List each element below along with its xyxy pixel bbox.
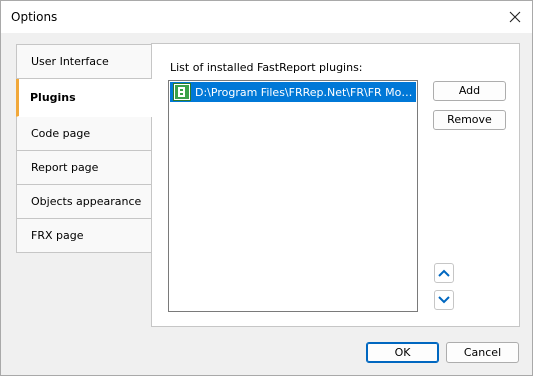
- list-item[interactable]: D:\Program Files\FRRep.Net\FR\FR Mono...: [170, 82, 416, 102]
- tab-label: Code page: [31, 127, 91, 140]
- tab-objects-appearance[interactable]: Objects appearance: [16, 185, 152, 219]
- plugin-icon: [173, 83, 191, 101]
- close-icon: [509, 11, 521, 23]
- cancel-button[interactable]: Cancel: [446, 342, 519, 363]
- window-title: Options: [11, 10, 58, 24]
- tab-user-interface[interactable]: User Interface: [16, 44, 152, 79]
- tab-report-page[interactable]: Report page: [16, 151, 152, 185]
- move-down-button[interactable]: [434, 290, 454, 310]
- tab-label: FRX page: [31, 229, 84, 242]
- tab-label: Report page: [31, 161, 99, 174]
- title-bar: Options: [1, 1, 532, 33]
- ok-button[interactable]: OK: [366, 342, 439, 363]
- plugins-list-label: List of installed FastReport plugins:: [170, 61, 363, 74]
- remove-button[interactable]: Remove: [433, 110, 506, 130]
- tab-label: User Interface: [31, 55, 109, 68]
- plugins-listbox[interactable]: D:\Program Files\FRRep.Net\FR\FR Mono...: [168, 80, 418, 312]
- tab-frx-page[interactable]: FRX page: [16, 219, 152, 253]
- tab-label: Plugins: [30, 91, 76, 104]
- plugin-path: D:\Program Files\FRRep.Net\FR\FR Mono...: [195, 85, 416, 99]
- tab-code-page[interactable]: Code page: [16, 117, 152, 151]
- plugins-panel: List of installed FastReport plugins: D:…: [151, 43, 520, 327]
- add-button[interactable]: Add: [433, 81, 506, 101]
- options-tabs: User Interface Plugins Code page Report …: [16, 44, 153, 253]
- tab-label: Objects appearance: [31, 195, 142, 208]
- chevron-up-icon: [438, 269, 450, 277]
- close-button[interactable]: [498, 1, 532, 33]
- chevron-down-icon: [438, 296, 450, 304]
- tab-plugins[interactable]: Plugins: [16, 79, 153, 117]
- move-up-button[interactable]: [434, 263, 454, 283]
